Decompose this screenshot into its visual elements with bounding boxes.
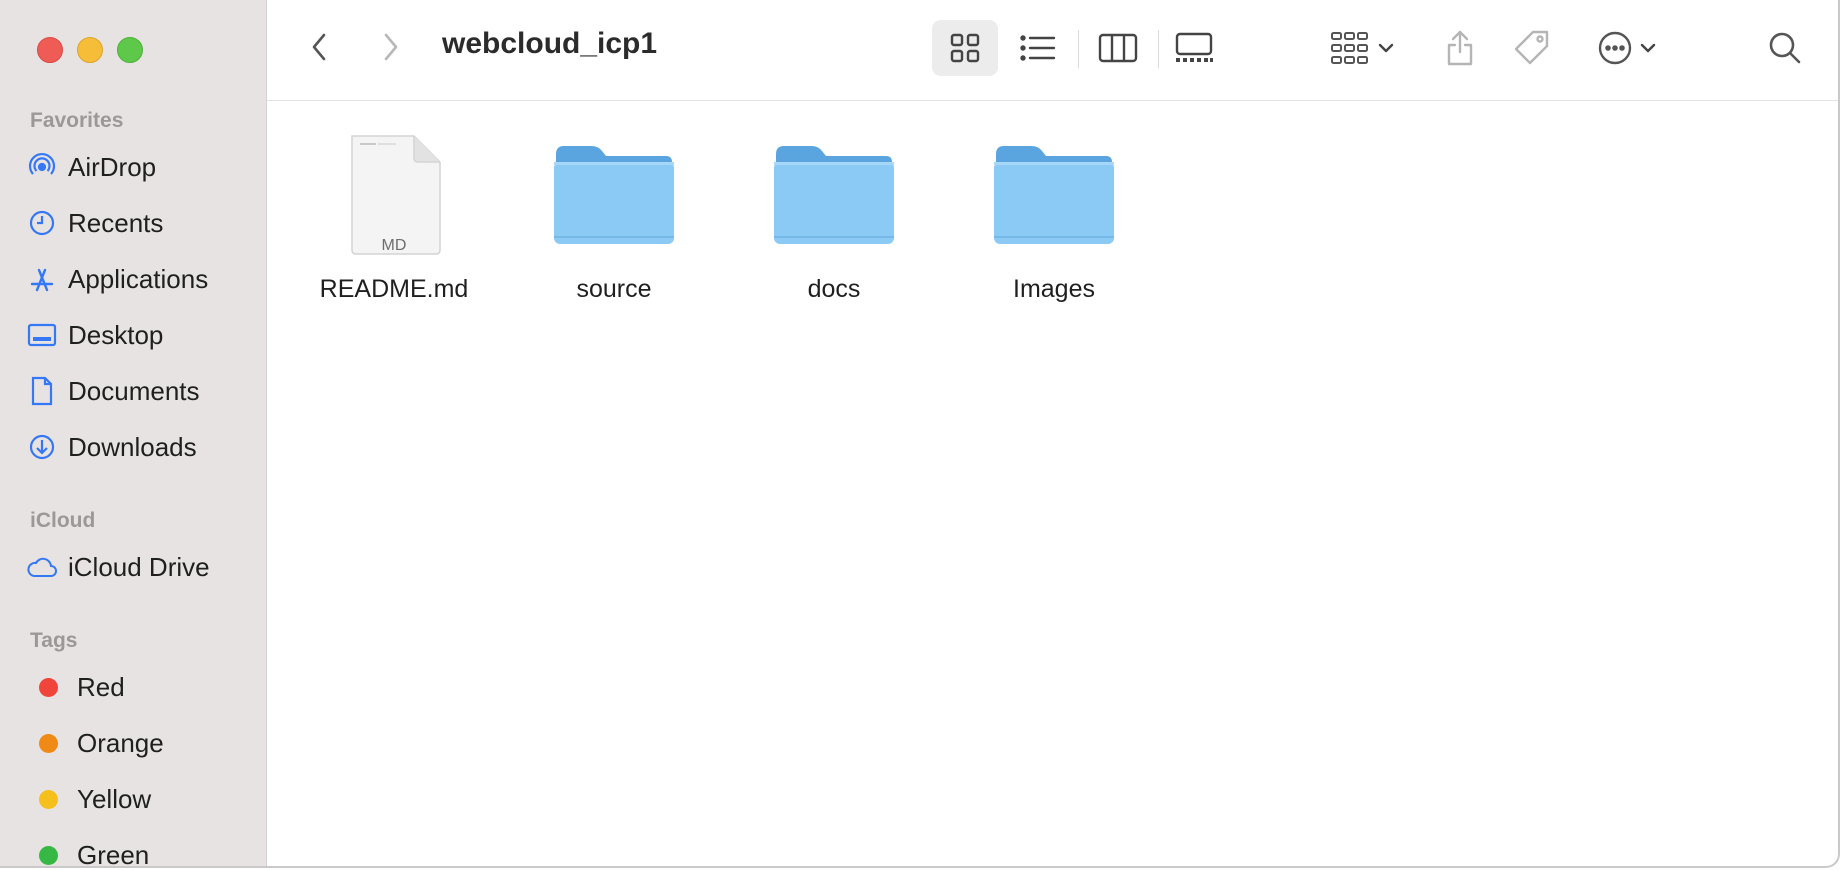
window-title: webcloud_icp1: [442, 27, 658, 60]
desktop-icon: [26, 319, 58, 351]
sidebar-item-desktop[interactable]: Desktop: [26, 313, 256, 357]
sidebar-item-label: Applications: [68, 263, 209, 294]
sidebar-item-label: Documents: [68, 375, 200, 406]
cloud-icon: [26, 551, 58, 583]
more-icon: [1598, 31, 1632, 65]
download-icon: [26, 431, 58, 463]
zoom-window-button[interactable]: [117, 37, 143, 63]
gallery-view-icon: [1175, 32, 1213, 62]
folder-icon: [769, 129, 899, 259]
tag-color-dot: [39, 677, 58, 697]
favorites-heading: Favorites: [30, 109, 124, 132]
sidebar: Favorites AirDrop Recents Applications D…: [0, 0, 267, 866]
folder-icon: [989, 129, 1119, 259]
sidebar-item-label: Desktop: [68, 319, 164, 350]
tag-icon: [1514, 30, 1549, 65]
sidebar-item-label: Yellow: [77, 783, 152, 814]
file-browser: MD README.md source docs Images: [267, 101, 1838, 866]
chevron-down-icon: [1378, 43, 1394, 53]
icon-view-button[interactable]: [932, 20, 998, 76]
back-icon: [312, 33, 326, 61]
sidebar-tag-green[interactable]: Green: [26, 833, 256, 868]
tag-color-dot: [39, 733, 58, 753]
folder-item-docs[interactable]: docs: [739, 129, 929, 304]
toolbar-divider: [1158, 30, 1159, 68]
search-icon: [1769, 32, 1801, 64]
sidebar-item-airdrop[interactable]: AirDrop: [26, 145, 256, 189]
close-window-button[interactable]: [37, 37, 63, 63]
sidebar-item-label: AirDrop: [68, 151, 157, 182]
list-view-button[interactable]: [1005, 20, 1071, 76]
group-icon: [1331, 32, 1368, 64]
toolbar: webcloud_icp1: [267, 0, 1838, 101]
back-button[interactable]: [299, 27, 339, 67]
column-view-icon: [1098, 33, 1138, 63]
sidebar-item-recents[interactable]: Recents: [26, 201, 256, 245]
file-type-badge: MD: [381, 237, 407, 254]
sidebar-tag-red[interactable]: Red: [26, 665, 256, 709]
sidebar-item-label: Red: [77, 671, 125, 702]
forward-button[interactable]: [371, 27, 411, 67]
search-button[interactable]: [1761, 24, 1809, 72]
group-button[interactable]: [1322, 24, 1402, 72]
document-icon: [26, 375, 58, 407]
sidebar-tag-orange[interactable]: Orange: [26, 721, 256, 765]
folder-name: Images: [1013, 275, 1095, 303]
sidebar-item-label: iCloud Drive: [68, 551, 210, 582]
sidebar-item-label: Recents: [68, 207, 164, 238]
file-name: README.md: [319, 275, 469, 303]
tag-color-dot: [39, 845, 58, 865]
sidebar-item-applications[interactable]: Applications: [26, 257, 256, 301]
tag-button[interactable]: [1507, 20, 1557, 76]
sidebar-item-icloud-drive[interactable]: iCloud Drive: [26, 545, 256, 589]
clock-icon: [26, 207, 58, 239]
folder-name: docs: [807, 275, 861, 303]
icon-view-icon: [950, 33, 980, 63]
file-item-readme[interactable]: MD README.md: [299, 129, 489, 304]
finder-window: Favorites AirDrop Recents Applications D…: [0, 0, 1840, 868]
chevron-down-icon: [1640, 43, 1656, 53]
forward-icon: [384, 33, 398, 61]
icloud-heading: iCloud: [30, 509, 96, 532]
gallery-view-button[interactable]: [1161, 20, 1227, 76]
airdrop-icon: [26, 151, 58, 183]
applications-icon: [26, 263, 58, 295]
column-view-button[interactable]: [1085, 20, 1151, 76]
toolbar-divider: [1078, 30, 1079, 68]
more-actions-button[interactable]: [1587, 24, 1667, 72]
tags-heading: Tags: [30, 629, 78, 652]
tag-color-dot: [39, 789, 58, 809]
share-button[interactable]: [1435, 20, 1485, 76]
folder-name: source: [576, 275, 652, 303]
sidebar-item-label: Downloads: [68, 431, 197, 462]
sidebar-tag-yellow[interactable]: Yellow: [26, 777, 256, 821]
sidebar-item-documents[interactable]: Documents: [26, 369, 256, 413]
sidebar-item-downloads[interactable]: Downloads: [26, 425, 256, 469]
list-view-icon: [1020, 35, 1056, 61]
folder-item-images[interactable]: Images: [959, 129, 1149, 304]
folder-item-source[interactable]: source: [519, 129, 709, 304]
sidebar-item-label: Orange: [77, 727, 164, 758]
share-icon: [1447, 30, 1473, 66]
folder-icon: [549, 129, 679, 259]
minimize-window-button[interactable]: [77, 37, 103, 63]
sidebar-item-label: Green: [77, 839, 150, 868]
